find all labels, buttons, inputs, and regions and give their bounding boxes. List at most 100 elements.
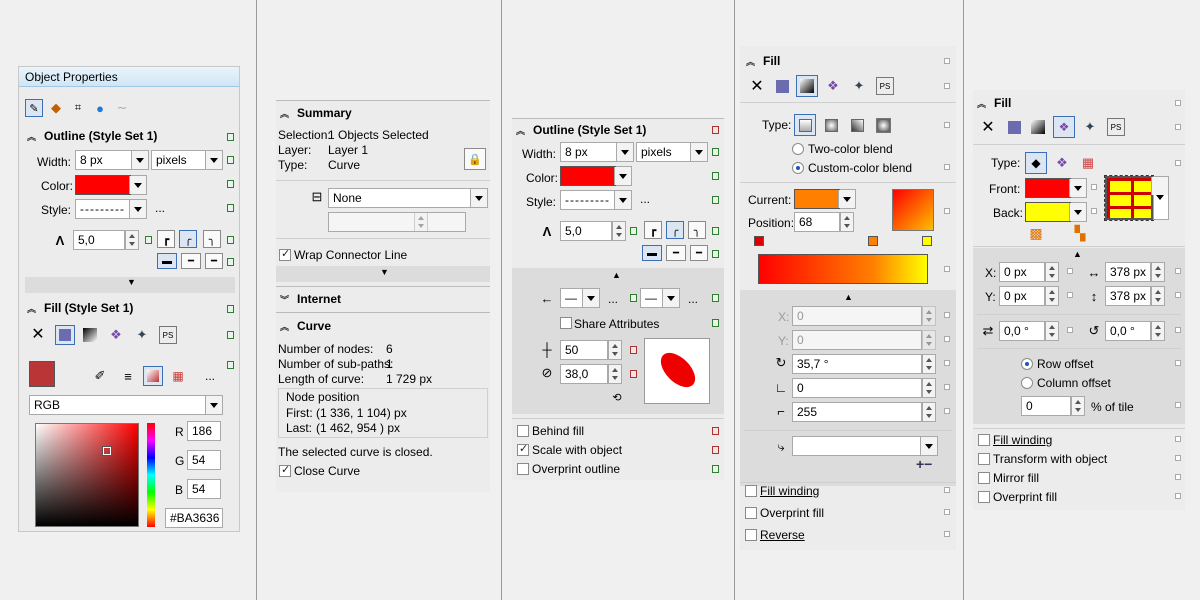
angle-input[interactable]: 35,7 °: [792, 354, 922, 374]
pin-icon[interactable]: [1175, 327, 1181, 333]
pattern-fill-icon[interactable]: ❖: [107, 326, 125, 344]
pin-icon[interactable]: [1175, 474, 1181, 480]
fill-winding-checkbox[interactable]: [745, 485, 757, 497]
gradient-stop-start[interactable]: [754, 236, 764, 246]
end-arrow-more[interactable]: ...: [688, 292, 698, 306]
gradient-stop-middle[interactable]: [868, 236, 878, 246]
pin-icon[interactable]: [712, 427, 719, 435]
pin-icon[interactable]: [1175, 360, 1181, 366]
overprint-fill-checkbox[interactable]: [745, 507, 757, 519]
tile-width-input[interactable]: 378 px: [1105, 262, 1151, 282]
close-curve-checkbox[interactable]: [279, 463, 291, 477]
two-color-radio[interactable]: [792, 143, 804, 155]
y-spinner[interactable]: [922, 330, 936, 350]
rectangular-fountain-icon[interactable]: [874, 116, 892, 134]
b-input[interactable]: 54: [187, 479, 221, 499]
reverse-checkbox[interactable]: [745, 529, 757, 541]
pin-icon[interactable]: [1175, 436, 1181, 442]
behind-fill-checkbox[interactable]: [517, 425, 529, 437]
fountain-fill-icon[interactable]: [81, 326, 99, 344]
pattern-preview[interactable]: [1104, 175, 1154, 221]
pin-icon[interactable]: [712, 196, 719, 204]
texture-fill-icon[interactable]: ✦: [1081, 118, 1099, 136]
transform-with-object-checkbox[interactable]: [978, 453, 990, 465]
pin-icon[interactable]: [944, 531, 950, 537]
pin-icon[interactable]: [712, 148, 719, 156]
nib-angle-input[interactable]: 38,0: [560, 364, 608, 384]
uniform-fill-icon[interactable]: [1005, 118, 1023, 136]
line-style-dropdown[interactable]: ---------: [75, 199, 147, 219]
current-color-swatch[interactable]: [794, 189, 840, 209]
pin-icon[interactable]: [1175, 292, 1181, 298]
round-cap-icon[interactable]: ━: [666, 245, 686, 261]
skew-input[interactable]: 0,0 °: [1105, 321, 1151, 341]
pin-icon[interactable]: [944, 509, 950, 515]
postscript-fill-icon[interactable]: PS: [1107, 118, 1125, 136]
pin-icon[interactable]: [630, 294, 637, 302]
pin-icon[interactable]: [944, 312, 950, 318]
reset-nib-icon[interactable]: ⟲: [608, 388, 626, 406]
x-spinner[interactable]: [922, 306, 936, 326]
expand-arrow-icon[interactable]: ▼: [127, 277, 136, 287]
custom-color-radio[interactable]: [792, 162, 804, 174]
gradient-stop-end[interactable]: [922, 236, 932, 246]
color-picker-dropdown[interactable]: [614, 166, 632, 186]
color-palette-icon[interactable]: ▦: [169, 367, 187, 385]
butt-cap-icon[interactable]: ▬: [157, 253, 177, 269]
round-join-icon[interactable]: ╭: [179, 230, 197, 248]
pin-icon[interactable]: [630, 227, 637, 235]
color-sliders-icon[interactable]: ≡: [119, 367, 137, 385]
pin-icon[interactable]: [630, 370, 637, 378]
color-field-cursor[interactable]: [102, 446, 112, 456]
pin-icon[interactable]: [1175, 402, 1181, 408]
postscript-fill-icon[interactable]: PS: [876, 77, 894, 95]
rotate-input[interactable]: 0,0 °: [999, 321, 1045, 341]
color-picker-dropdown[interactable]: [129, 175, 147, 195]
bevel-join-icon[interactable]: ╮: [688, 221, 706, 239]
pin-icon[interactable]: [227, 156, 234, 164]
y-input[interactable]: 0: [792, 330, 922, 350]
offset-input[interactable]: 0: [1021, 396, 1071, 416]
outline-color-swatch[interactable]: [560, 166, 616, 186]
text-frame-icon[interactable]: ⌗: [69, 99, 87, 117]
more-button[interactable]: ...: [155, 201, 165, 215]
end-arrow-dropdown[interactable]: —: [640, 288, 680, 308]
pattern-fill-icon[interactable]: ❖: [1053, 116, 1075, 138]
pattern-fill-icon[interactable]: ❖: [824, 77, 842, 95]
y-spinner[interactable]: [1045, 286, 1059, 306]
round-join-icon[interactable]: ╭: [666, 221, 684, 239]
uniform-fill-icon[interactable]: [773, 77, 791, 95]
pin-icon[interactable]: [1175, 160, 1181, 166]
connector-spin-input[interactable]: [328, 212, 466, 232]
conical-fountain-icon[interactable]: [848, 116, 866, 134]
pin-icon[interactable]: [1067, 268, 1073, 274]
current-color-dropdown[interactable]: [838, 189, 856, 209]
pin-icon[interactable]: [944, 384, 950, 390]
wrap-connector-checkbox[interactable]: [279, 247, 291, 261]
outline-section-header[interactable]: ︽ Outline (Style Set 1): [27, 129, 157, 143]
pin-icon[interactable]: [1091, 184, 1097, 190]
pin-icon[interactable]: [227, 361, 234, 369]
more-button[interactable]: ...: [640, 192, 650, 206]
pin-icon[interactable]: [227, 305, 234, 313]
tile-height-spinner[interactable]: [1151, 286, 1165, 306]
front-color-swatch[interactable]: [1025, 178, 1071, 198]
pin-icon[interactable]: [712, 172, 719, 180]
width-dropdown[interactable]: 8 px: [560, 142, 634, 162]
collapse-arrow-icon[interactable]: ▲: [1073, 249, 1082, 259]
pin-icon[interactable]: [712, 126, 719, 134]
curve-icon[interactable]: ∼: [113, 99, 131, 117]
pin-icon[interactable]: [1067, 327, 1073, 333]
back-color-swatch[interactable]: [1025, 202, 1071, 222]
back-color-dropdown[interactable]: [1069, 202, 1087, 222]
miter-limit-spinner[interactable]: [125, 230, 139, 250]
bitmap-pattern-icon[interactable]: ▦: [1079, 154, 1097, 172]
nib-stretch-spinner[interactable]: [608, 340, 622, 360]
pin-icon[interactable]: [227, 180, 234, 188]
tile-height-input[interactable]: 378 px: [1105, 286, 1151, 306]
connector-dropdown[interactable]: None: [328, 188, 488, 208]
no-fill-icon[interactable]: ✕: [979, 118, 997, 136]
r-input[interactable]: 186: [187, 421, 221, 441]
fill-section-header[interactable]: ︽ Fill (Style Set 1): [27, 301, 133, 315]
pin-icon[interactable]: [712, 319, 719, 327]
